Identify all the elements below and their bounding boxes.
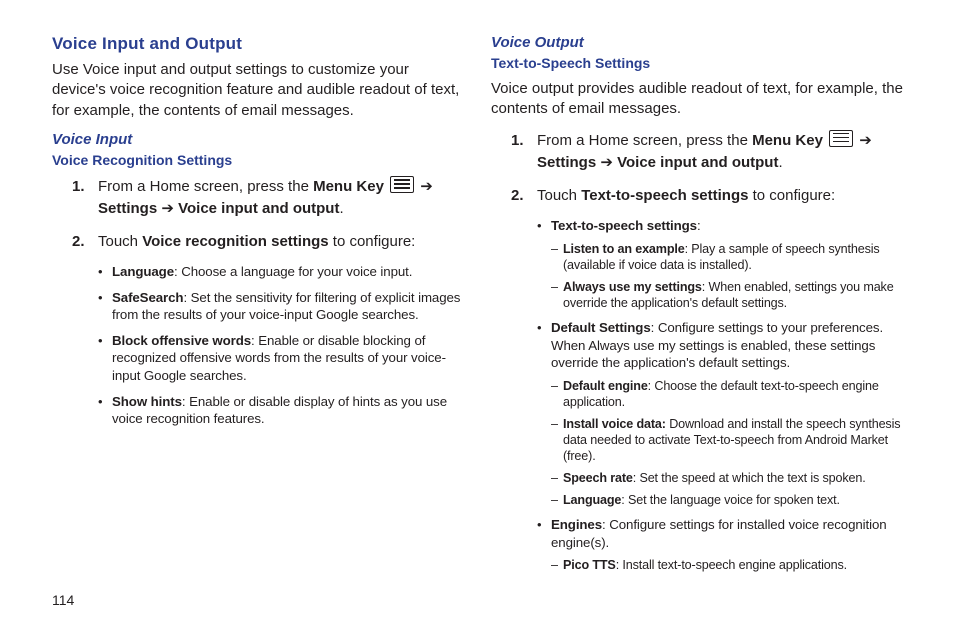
menu-key-icon <box>829 130 853 147</box>
page-number: 114 <box>52 592 74 608</box>
definition: : Set the speed at which the text is spo… <box>633 471 866 485</box>
step-body: From a Home screen, press the Menu Key ➔… <box>537 130 914 175</box>
step-number: 2. <box>72 231 98 254</box>
sub-list: Pico TTS: Install text-to-speech engine … <box>551 557 914 573</box>
list-item: Engines: Configure settings for installe… <box>537 516 914 573</box>
text: . <box>778 154 782 171</box>
text: to configure: <box>748 187 835 204</box>
intro-text: Voice output provides audible readout of… <box>491 79 914 120</box>
term: Block offensive words <box>112 333 251 348</box>
step-2: 2. Touch Voice recognition settings to c… <box>72 231 461 254</box>
sub-item: Listen to an example: Play a sample of s… <box>551 241 914 273</box>
sub-list: Listen to an example: Play a sample of s… <box>551 241 914 311</box>
voice-recog-label: Voice recognition settings <box>142 233 328 250</box>
text: From a Home screen, press the <box>537 132 752 149</box>
sub-item: Install voice data: Download and install… <box>551 416 914 464</box>
left-column: Voice Input and Output Use Voice input a… <box>52 34 483 616</box>
term: Listen to an example <box>563 242 685 256</box>
sub-item: Language: Set the language voice for spo… <box>551 492 914 508</box>
section-heading: Voice Input and Output <box>52 34 461 54</box>
bullet-list: Language: Choose a language for your voi… <box>98 263 461 427</box>
tts-settings-label: Text-to-speech settings <box>581 187 748 204</box>
definition: : Install text-to-speech engine applicat… <box>616 558 847 572</box>
list-item: Text-to-speech settings: Listen to an ex… <box>537 217 914 311</box>
arrow: ➔ <box>855 132 872 149</box>
menu-key-icon <box>390 176 414 193</box>
step-body: Touch Text-to-speech settings to configu… <box>537 185 914 208</box>
term: Language <box>563 493 621 507</box>
definition: : Configure settings for installed voice… <box>551 517 887 550</box>
menu-key-label: Menu Key <box>313 178 384 195</box>
definition: : Set the language voice for spoken text… <box>621 493 840 507</box>
step-body: From a Home screen, press the Menu Key ➔… <box>98 176 461 221</box>
term: Show hints <box>112 394 182 409</box>
list-item: SafeSearch: Set the sensitivity for filt… <box>98 289 461 324</box>
step-body: Touch Voice recognition settings to conf… <box>98 231 461 254</box>
term: Text-to-speech settings <box>551 218 697 233</box>
settings-label: Settings <box>537 154 596 171</box>
term: SafeSearch <box>112 290 183 305</box>
term: Language <box>112 264 174 279</box>
list-item: Default Settings: Configure settings to … <box>537 319 914 508</box>
settings-label: Settings <box>98 200 157 217</box>
subsection-heading: Voice Output <box>491 34 914 51</box>
term: Pico TTS <box>563 558 616 572</box>
subsubsection-heading: Text-to-Speech Settings <box>491 55 914 71</box>
menu-key-label: Menu Key <box>752 132 823 149</box>
manual-page: Voice Input and Output Use Voice input a… <box>0 0 954 636</box>
list-item: Block offensive words: Enable or disable… <box>98 332 461 385</box>
voice-io-label: Voice input and output <box>178 200 339 217</box>
step-1: 1. From a Home screen, press the Menu Ke… <box>511 130 914 175</box>
definition: : Choose a language for your voice input… <box>174 264 412 279</box>
text: . <box>339 200 343 217</box>
term: Default Settings <box>551 320 651 335</box>
step-number: 2. <box>511 185 537 208</box>
sub-item: Default engine: Choose the default text-… <box>551 378 914 410</box>
arrow: ➔ <box>596 154 617 171</box>
term: Always use my settings <box>563 280 702 294</box>
subsubsection-heading: Voice Recognition Settings <box>52 152 461 168</box>
bullet-list: Text-to-speech settings: Listen to an ex… <box>537 217 914 574</box>
sub-item: Speech rate: Set the speed at which the … <box>551 470 914 486</box>
text: Touch <box>537 187 581 204</box>
definition: : <box>697 218 701 233</box>
list-item: Language: Choose a language for your voi… <box>98 263 461 281</box>
text: From a Home screen, press the <box>98 178 313 195</box>
step-1: 1. From a Home screen, press the Menu Ke… <box>72 176 461 221</box>
intro-text: Use Voice input and output settings to c… <box>52 60 461 121</box>
sub-list: Default engine: Choose the default text-… <box>551 378 914 509</box>
list-item: Show hints: Enable or disable display of… <box>98 393 461 428</box>
text: Touch <box>98 233 142 250</box>
arrow: ➔ <box>416 178 433 195</box>
term: Engines <box>551 517 602 532</box>
voice-io-label: Voice input and output <box>617 154 778 171</box>
term: Speech rate <box>563 471 633 485</box>
sub-item: Always use my settings: When enabled, se… <box>551 279 914 311</box>
right-column: Voice Output Text-to-Speech Settings Voi… <box>483 34 914 616</box>
term: Install voice data: <box>563 417 666 431</box>
term: Default engine <box>563 379 648 393</box>
arrow: ➔ <box>157 200 178 217</box>
subsection-heading: Voice Input <box>52 131 461 148</box>
sub-item: Pico TTS: Install text-to-speech engine … <box>551 557 914 573</box>
step-number: 1. <box>511 130 537 175</box>
text: to configure: <box>329 233 416 250</box>
step-2: 2. Touch Text-to-speech settings to conf… <box>511 185 914 208</box>
step-number: 1. <box>72 176 98 221</box>
